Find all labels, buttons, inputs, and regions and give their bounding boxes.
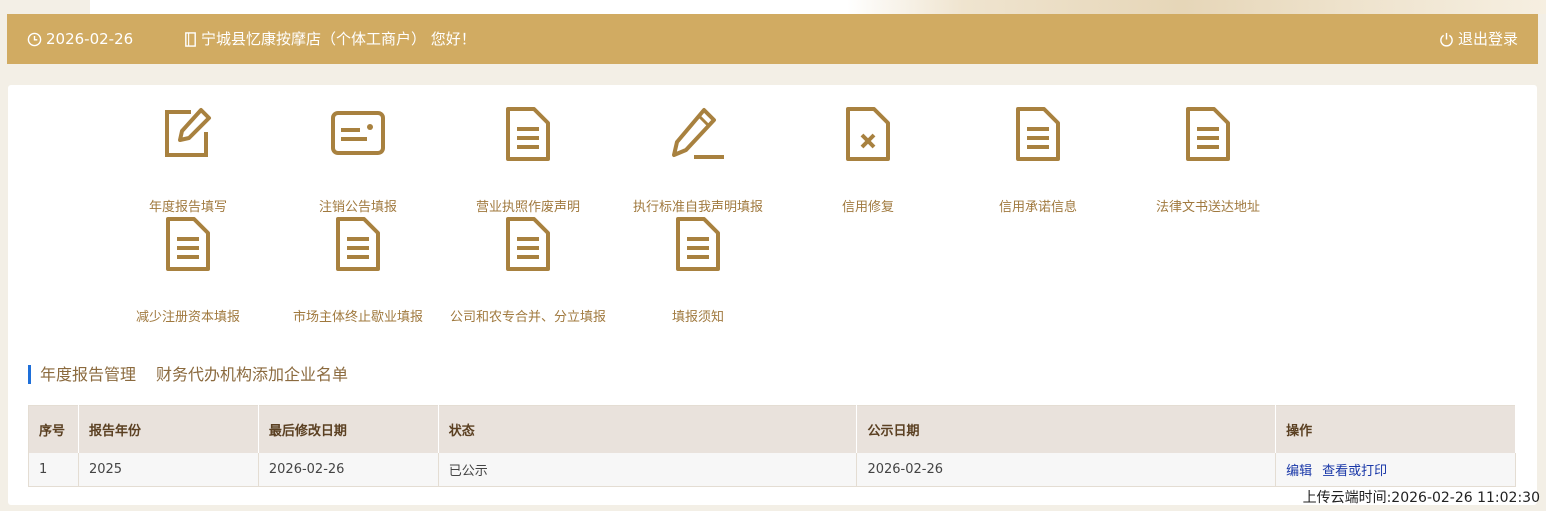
tile-label: 年度报告填写 bbox=[148, 200, 227, 215]
active-tab-indicator bbox=[28, 365, 31, 384]
tile-credit-repair[interactable]: 信用修复 bbox=[783, 107, 953, 215]
tile-label: 注销公告填报 bbox=[318, 200, 397, 215]
shop-greeting-text: 宁城县忆康按摩店（个体工商户） 您好！ bbox=[201, 30, 476, 48]
tile-label: 执行标准自我声明填报 bbox=[632, 200, 763, 215]
cell-modified-date: 2026-02-26 bbox=[258, 452, 439, 487]
column-header: 最后修改日期 bbox=[258, 405, 439, 453]
document-icon bbox=[676, 217, 720, 271]
tile-label: 信用修复 bbox=[841, 200, 894, 215]
tile-cancellation-notice[interactable]: 注销公告填报 bbox=[273, 107, 443, 215]
power-icon bbox=[1440, 32, 1453, 47]
document-icon bbox=[506, 107, 550, 161]
tab-annual-report-management[interactable]: 年度报告管理 bbox=[40, 364, 136, 386]
id-card-icon bbox=[331, 111, 385, 155]
tile-credit-commitment[interactable]: 信用承诺信息 bbox=[953, 107, 1123, 215]
edit-icon bbox=[165, 108, 211, 157]
building-icon bbox=[185, 32, 196, 47]
document-icon bbox=[166, 217, 210, 271]
upload-time-status: 上传云端时间:2026-02-26 11:02:30 bbox=[1302, 490, 1540, 506]
tile-legal-document-address[interactable]: 法律文书送达地址 bbox=[1123, 107, 1293, 215]
tile-business-termination[interactable]: 市场主体终止歇业填报 bbox=[273, 217, 443, 325]
logout-label: 退出登录 bbox=[1457, 30, 1518, 48]
logout-button[interactable]: 退出登录 bbox=[1439, 14, 1518, 64]
document-icon bbox=[1016, 107, 1060, 161]
tile-capital-reduction[interactable]: 减少注册资本填报 bbox=[103, 217, 273, 325]
tile-label: 市场主体终止歇业填报 bbox=[292, 310, 423, 325]
header-shop-greeting: 宁城县忆康按摩店（个体工商户） 您好！ bbox=[184, 14, 476, 64]
cell-no: 1 bbox=[28, 452, 79, 487]
tile-label: 减少注册资本填报 bbox=[135, 310, 240, 325]
tile-label: 填报须知 bbox=[671, 310, 724, 325]
document-x-icon bbox=[846, 107, 890, 161]
tile-label: 信用承诺信息 bbox=[998, 200, 1077, 215]
table-header-row: 序号 报告年份 最后修改日期 状态 公示日期 操作 bbox=[28, 405, 1516, 453]
annual-report-table: 序号 报告年份 最后修改日期 状态 公示日期 操作 1 2025 2026-02… bbox=[28, 405, 1516, 487]
pen-icon bbox=[672, 108, 724, 159]
column-header: 操作 bbox=[1275, 405, 1516, 453]
cell-report-year: 2025 bbox=[78, 452, 259, 487]
tile-label: 法律文书送达地址 bbox=[1155, 200, 1260, 215]
tile-filing-instructions[interactable]: 填报须知 bbox=[613, 217, 783, 325]
top-banner-strip bbox=[90, 0, 1546, 14]
column-header: 序号 bbox=[28, 405, 79, 453]
header-date: 2026-02-26 bbox=[27, 14, 133, 64]
top-header-bar: 2026-02-26 宁城县忆康按摩店（个体工商户） 您好！ 退出登录 bbox=[7, 14, 1538, 64]
cell-published-date: 2026-02-26 bbox=[856, 452, 1277, 487]
column-header: 报告年份 bbox=[78, 405, 259, 453]
document-icon bbox=[506, 217, 550, 271]
view-or-print-link[interactable]: 查看或打印 bbox=[1322, 464, 1387, 479]
cell-actions: 编辑 查看或打印 bbox=[1275, 452, 1516, 487]
cell-status: 已公示 bbox=[438, 452, 858, 487]
clock-icon bbox=[27, 32, 42, 47]
tile-annual-report[interactable]: 年度报告填写 bbox=[103, 107, 273, 215]
column-header: 状态 bbox=[438, 405, 858, 453]
tile-label: 公司和农专合并、分立填报 bbox=[449, 310, 606, 325]
column-header: 公示日期 bbox=[856, 405, 1277, 453]
edit-link[interactable]: 编辑 bbox=[1286, 464, 1312, 479]
header-date-text: 2026-02-26 bbox=[46, 30, 134, 48]
tab-agency-add-enterprise-list[interactable]: 财务代办机构添加企业名单 bbox=[156, 364, 348, 386]
tile-standard-self-declaration[interactable]: 执行标准自我声明填报 bbox=[613, 107, 783, 215]
table-row: 1 2025 2026-02-26 已公示 2026-02-26 编辑 查看或打印 bbox=[28, 452, 1516, 487]
main-panel: 年度报告填写 注销公告填报 营业执照作废声明 执行标准自我声明填报 信用修复 信… bbox=[8, 85, 1537, 505]
tile-license-void-statement[interactable]: 营业执照作废声明 bbox=[443, 107, 613, 215]
tile-merger-split[interactable]: 公司和农专合并、分立填报 bbox=[443, 217, 613, 325]
document-icon bbox=[1186, 107, 1230, 161]
tile-label: 营业执照作废声明 bbox=[475, 200, 580, 215]
document-icon bbox=[336, 217, 380, 271]
